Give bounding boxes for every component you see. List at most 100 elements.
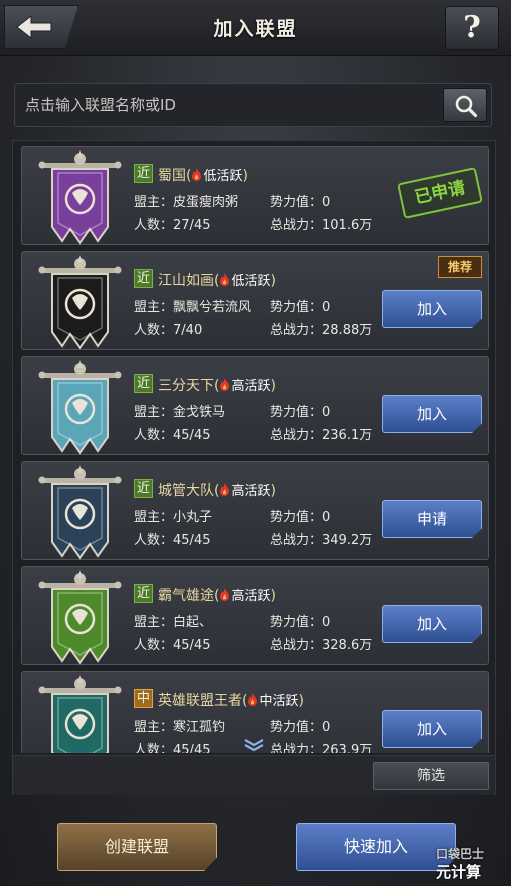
alliance-name-text: 蜀国 (158, 168, 186, 184)
fire-icon (220, 378, 230, 391)
recommend-badge: 推荐 (438, 256, 482, 278)
combat-row: 总战力：349.2万 (270, 529, 372, 548)
fire-icon (220, 588, 230, 601)
alliance-list: 近 蜀国(低活跃) 盟主：皮蛋瘦肉粥 势力值：0 人数：27/45 总战力：10… (12, 140, 496, 795)
search-input[interactable] (25, 84, 435, 126)
power-value: 0 (322, 510, 331, 525)
members-row: 人数：45/45 (134, 529, 210, 548)
members-value: 45/45 (173, 533, 211, 548)
members-value: 45/45 (173, 428, 211, 443)
alliance-name-text: 三分天下 (158, 378, 214, 394)
power-row: 势力值：0 (270, 611, 330, 630)
search-icon (455, 95, 478, 118)
leader-label: 盟主： (134, 615, 174, 630)
filter-bar: 筛选 (13, 755, 495, 795)
power-value: 0 (322, 405, 331, 420)
header-bar: 加入联盟 ? (0, 0, 511, 56)
members-row: 人数：45/45 (134, 739, 210, 753)
leader-row: 盟主：白起、 (134, 611, 212, 630)
combat-row: 总战力：101.6万 (270, 214, 372, 233)
help-button[interactable]: ? (445, 6, 499, 50)
alliance-card[interactable]: 近 蜀国(低活跃) 盟主：皮蛋瘦肉粥 势力值：0 人数：27/45 总战力：10… (21, 146, 489, 245)
power-value: 0 (322, 195, 331, 210)
alliance-name: 江山如画(低活跃) (158, 273, 276, 289)
alliance-card[interactable]: 近 三分天下(高活跃) 盟主：金戈铁马 势力值：0 人数：45/45 总战力：2… (21, 356, 489, 455)
fire-icon (192, 168, 202, 181)
fire-icon (220, 483, 230, 496)
members-label: 人数： (134, 428, 174, 443)
alliance-banner-icon (38, 465, 122, 560)
combat-label: 总战力： (270, 428, 323, 443)
region-tag: 近 (134, 164, 153, 183)
combat-value: 28.88万 (322, 323, 373, 338)
alliance-name: 英雄联盟王者(中活跃) (158, 693, 304, 709)
members-value: 27/45 (173, 218, 211, 233)
alliance-card[interactable]: 近 霸气雄途(高活跃) 盟主：白起、 势力值：0 人数：45/45 总战力：32… (21, 566, 489, 665)
activity-level: 低活跃 (231, 274, 271, 289)
alliance-name: 霸气雄途(高活跃) (158, 588, 276, 604)
leader-row: 盟主：金戈铁马 (134, 401, 225, 420)
members-label: 人数： (134, 218, 174, 233)
alliance-name: 三分天下(高活跃) (158, 378, 276, 394)
alliance-card[interactable]: 近 城管大队(高活跃) 盟主：小丸子 势力值：0 人数：45/45 总战力：34… (21, 461, 489, 560)
leader-row: 盟主：寒江孤钓 (134, 716, 225, 735)
fire-icon (220, 273, 230, 286)
activity-level: 高活跃 (231, 589, 271, 604)
alliance-banner-icon (38, 255, 122, 350)
leader-value: 金戈铁马 (173, 405, 226, 420)
apply-button[interactable]: 申请 (382, 500, 482, 538)
activity-level: 高活跃 (231, 379, 271, 394)
leader-label: 盟主： (134, 510, 174, 525)
region-tag: 近 (134, 374, 153, 393)
power-value: 0 (322, 300, 331, 315)
leader-row: 盟主：皮蛋瘦肉粥 (134, 191, 238, 210)
alliance-name-text: 霸气雄途 (158, 588, 214, 604)
leader-row: 盟主：小丸子 (134, 506, 212, 525)
combat-value: 349.2万 (322, 533, 373, 548)
members-value: 45/45 (173, 743, 211, 753)
alliance-card[interactable]: 推荐 近 江山如画(低活跃) 盟主：飘飘兮若流风 势力值：0 人数：7/40 总… (21, 251, 489, 350)
combat-label: 总战力： (270, 218, 323, 233)
join-button[interactable]: 加入 (382, 395, 482, 433)
power-row: 势力值：0 (270, 506, 330, 525)
alliance-name-text: 江山如画 (158, 273, 214, 289)
members-label: 人数： (134, 743, 174, 753)
members-row: 人数：45/45 (134, 424, 210, 443)
join-button[interactable]: 加入 (382, 290, 482, 328)
filter-button[interactable]: 筛选 (373, 762, 489, 790)
combat-value: 236.1万 (322, 428, 373, 443)
power-value: 0 (322, 615, 331, 630)
page-title: 加入联盟 (213, 18, 298, 40)
activity-level: 低活跃 (203, 169, 243, 184)
members-value: 7/40 (173, 323, 203, 338)
leader-value: 皮蛋瘦肉粥 (173, 195, 239, 210)
quick-join-button[interactable]: 快速加入 (296, 823, 456, 871)
power-label: 势力值： (270, 720, 323, 735)
fire-icon (248, 693, 258, 706)
join-button[interactable]: 加入 (382, 710, 482, 748)
watermark-line2: 元计算 (436, 863, 482, 881)
region-tag: 近 (134, 269, 153, 288)
combat-value: 101.6万 (322, 218, 373, 233)
power-value: 0 (322, 720, 331, 735)
join-button[interactable]: 加入 (382, 605, 482, 643)
scroll-down-icon[interactable] (243, 738, 265, 752)
combat-label: 总战力： (270, 743, 323, 753)
watermark-line1: 口袋巴士 (436, 847, 485, 861)
alliance-list-viewport[interactable]: 近 蜀国(低活跃) 盟主：皮蛋瘦肉粥 势力值：0 人数：27/45 总战力：10… (13, 141, 495, 753)
create-alliance-button[interactable]: 创建联盟 (57, 823, 217, 871)
leader-value: 白起、 (173, 615, 213, 630)
power-label: 势力值： (270, 195, 323, 210)
alliance-banner-icon (38, 150, 122, 245)
power-row: 势力值：0 (270, 716, 330, 735)
members-label: 人数： (134, 533, 174, 548)
search-button[interactable] (443, 88, 487, 122)
alliance-banner-icon (38, 675, 122, 753)
combat-value: 263.9万 (322, 743, 373, 753)
region-tag: 近 (134, 479, 153, 498)
alliance-name: 城管大队(高活跃) (158, 483, 276, 499)
power-row: 势力值：0 (270, 401, 330, 420)
power-row: 势力值：0 (270, 296, 330, 315)
power-label: 势力值： (270, 405, 323, 420)
leader-label: 盟主： (134, 195, 174, 210)
